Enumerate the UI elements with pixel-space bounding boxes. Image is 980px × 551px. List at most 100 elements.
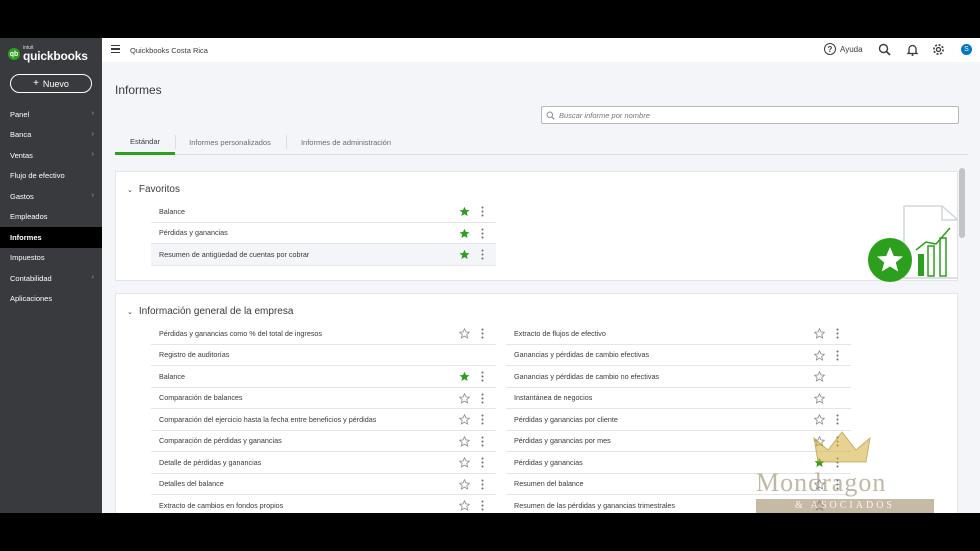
report-row[interactable]: Extracto de cambios en fondos propios	[151, 495, 496, 513]
report-link[interactable]: Comparación de balances	[159, 393, 243, 402]
star-outline-icon[interactable]	[459, 457, 470, 468]
report-row[interactable]: Instantánea de negocios	[506, 388, 851, 409]
more-options-icon[interactable]	[481, 371, 484, 382]
star-outline-icon[interactable]	[814, 371, 825, 382]
report-row[interactable]: Extracto de flujos de efectivo	[506, 323, 851, 345]
gear-icon[interactable]	[932, 43, 945, 56]
report-link[interactable]: Resumen del balance	[514, 479, 584, 488]
report-link[interactable]: Comparación de pérdidas y ganancias	[159, 436, 282, 445]
hamburger-menu-icon[interactable]	[111, 45, 120, 53]
report-link[interactable]: Instantánea de negocios	[514, 393, 592, 402]
more-options-icon[interactable]	[481, 414, 484, 425]
report-link[interactable]: Ganancias y pérdidas de cambio no efecti…	[514, 372, 659, 381]
sidebar-item-informes[interactable]: Informes	[0, 227, 102, 248]
sidebar-item-aplicaciones[interactable]: Aplicaciones	[0, 289, 102, 310]
tab-custom-reports[interactable]: Informes personalizados	[176, 130, 284, 155]
favorites-card: ⌄ Favoritos Balance Pérdidas y ganancias R…	[115, 171, 959, 282]
star-outline-icon[interactable]	[459, 478, 470, 490]
report-link[interactable]: Ganancias y pérdidas de cambio efectivas	[514, 350, 649, 359]
report-link[interactable]: Pérdidas y ganancias por cliente	[514, 415, 618, 424]
star-outline-icon[interactable]	[459, 392, 470, 404]
report-link[interactable]: Detalles del balance	[159, 479, 224, 488]
help-button[interactable]: ? Ayuda	[824, 43, 863, 55]
star-filled-icon[interactable]	[459, 228, 470, 239]
report-row[interactable]: Comparación de balances	[151, 388, 496, 409]
report-row[interactable]: Ganancias y pérdidas de cambio efectivas	[506, 345, 851, 366]
new-button[interactable]: + Nuevo	[10, 74, 92, 93]
more-options-icon[interactable]	[481, 500, 484, 511]
star-outline-icon[interactable]	[459, 414, 470, 425]
report-link[interactable]: Pérdidas y ganancias	[159, 228, 228, 237]
more-options-icon[interactable]	[481, 249, 484, 260]
sidebar-item-panel[interactable]: Panel ›	[0, 104, 102, 125]
report-link[interactable]: Extracto de flujos de efectivo	[514, 329, 606, 338]
sidebar-item-ventas[interactable]: Ventas ›	[0, 145, 102, 166]
more-options-icon[interactable]	[836, 350, 839, 361]
star-outline-icon[interactable]	[814, 349, 825, 361]
quickbooks-logo[interactable]: qb intuit quickbooks	[8, 44, 88, 64]
more-options-icon[interactable]	[481, 457, 484, 468]
report-row[interactable]: Pérdidas y ganancias por cliente	[506, 409, 851, 431]
more-options-icon[interactable]	[481, 206, 484, 217]
reports-illustration-icon	[868, 205, 959, 282]
report-link[interactable]: Resumen de antigüedad de cuentas por cob…	[159, 250, 309, 259]
star-outline-icon[interactable]	[459, 328, 470, 339]
report-link[interactable]: Comparación del ejercicio hasta la fecha…	[159, 415, 376, 424]
star-outline-icon[interactable]	[459, 500, 470, 511]
star-outline-icon[interactable]	[814, 328, 825, 339]
more-options-icon[interactable]	[481, 228, 484, 239]
star-outline-icon[interactable]	[459, 435, 470, 447]
tab-management-reports[interactable]: Informes de administración	[287, 130, 405, 155]
report-search[interactable]	[541, 106, 959, 124]
report-row[interactable]: Detalles del balance	[151, 474, 496, 495]
sidebar-item-flujo-de-efectivo[interactable]: Flujo de efectivo	[0, 166, 102, 187]
search-field-icon	[546, 111, 555, 120]
more-options-icon[interactable]	[481, 436, 484, 447]
report-row[interactable]: Comparación del ejercicio hasta la fecha…	[151, 409, 496, 431]
report-row[interactable]: Detalle de pérdidas y ganancias	[151, 452, 496, 474]
scrollbar-thumb[interactable]	[959, 168, 965, 238]
report-link[interactable]: Pérdidas y ganancias	[514, 458, 583, 467]
report-row[interactable]: Balance	[151, 366, 496, 388]
company-overview-header[interactable]: ⌄ Información general de la empresa	[127, 306, 293, 317]
chevron-right-icon: ›	[91, 192, 94, 199]
report-link[interactable]: Balance	[159, 372, 185, 381]
nav-list: Panel › Banca › Ventas › Flujo de efectivo Gast…	[0, 104, 102, 309]
more-options-icon[interactable]	[481, 393, 484, 404]
report-row[interactable]: Balance	[151, 201, 496, 223]
report-row[interactable]: Comparación de pérdidas y ganancias	[151, 431, 496, 452]
favorites-header[interactable]: ⌄ Favoritos	[127, 184, 180, 195]
more-options-icon[interactable]	[836, 328, 839, 339]
star-filled-icon[interactable]	[459, 371, 470, 382]
sidebar-item-empleados[interactable]: Empleados	[0, 207, 102, 228]
search-input[interactable]	[559, 110, 939, 120]
star-outline-icon[interactable]	[814, 414, 825, 425]
report-row[interactable]: Pérdidas y ganancias como % del total de…	[151, 323, 496, 345]
report-link[interactable]: Pérdidas y ganancias por mes	[514, 436, 611, 445]
sidebar-item-contabilidad[interactable]: Contabilidad ›	[0, 268, 102, 289]
report-link[interactable]: Detalle de pérdidas y ganancias	[159, 458, 261, 467]
report-row[interactable]: Ganancias y pérdidas de cambio no efecti…	[506, 366, 851, 388]
report-link[interactable]: Pérdidas y ganancias como % del total de…	[159, 329, 322, 338]
bell-icon[interactable]	[906, 43, 919, 56]
report-row[interactable]: Registro de auditorías	[151, 345, 496, 366]
star-filled-icon[interactable]	[459, 206, 470, 217]
report-link[interactable]: Registro de auditorías	[159, 350, 229, 359]
star-filled-icon[interactable]	[459, 249, 470, 260]
more-options-icon[interactable]	[481, 479, 484, 490]
more-options-icon[interactable]	[481, 328, 484, 339]
search-icon[interactable]	[878, 43, 891, 56]
user-avatar[interactable]: S	[961, 44, 972, 55]
report-row[interactable]: Resumen de antigüedad de cuentas por cob…	[151, 244, 496, 266]
more-options-icon[interactable]	[836, 414, 839, 425]
sidebar-item-impuestos[interactable]: Impuestos	[0, 248, 102, 269]
star-outline-icon[interactable]	[814, 392, 825, 404]
report-row[interactable]: Pérdidas y ganancias	[151, 223, 496, 244]
report-link[interactable]: Resumen de las pérdidas y ganancias trim…	[514, 501, 675, 510]
report-link[interactable]: Extracto de cambios en fondos propios	[159, 501, 283, 510]
plus-icon: +	[33, 78, 39, 89]
report-link[interactable]: Balance	[159, 207, 185, 216]
tab-standard[interactable]: Estándar	[115, 130, 175, 155]
sidebar-item-banca[interactable]: Banca ›	[0, 125, 102, 146]
sidebar-item-gastos[interactable]: Gastos ›	[0, 186, 102, 207]
